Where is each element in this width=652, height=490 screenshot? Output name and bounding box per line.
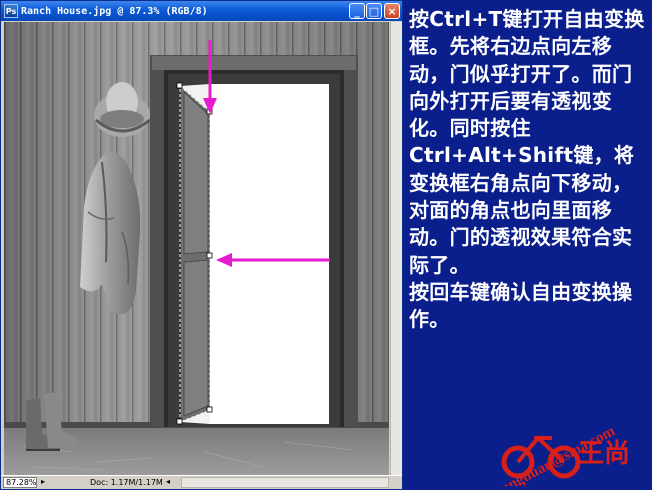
close-button[interactable]: × (384, 3, 400, 19)
title-bar[interactable]: Ps Ranch House.jpg @ 87.3% (RGB/8) _ □ × (1, 1, 402, 21)
document-size: Doc: 1.17M/1.17M (90, 478, 163, 487)
instruction-text: 按Ctrl+T键打开自由变换框。先将右边点向左移动，门似乎打开了。而门向外打开后… (409, 6, 649, 334)
window-title: Ranch House.jpg @ 87.3% (RGB/8) (21, 5, 208, 17)
scroll-left-icon[interactable]: ◂ (166, 477, 170, 486)
instruction-paragraph-1: 按Ctrl+T键打开自由变换框。先将右边点向左移动，门似乎打开了。而门向外打开后… (409, 7, 645, 277)
zoom-readout[interactable]: 87.28% (3, 477, 37, 488)
status-bar: 87.28% ▸ Doc: 1.17M/1.17M ◂ (1, 475, 402, 489)
photoshop-document-icon: Ps (4, 4, 18, 18)
horizontal-scrollbar[interactable] (181, 477, 389, 488)
maximize-button[interactable]: □ (366, 3, 382, 19)
status-menu-arrow-icon[interactable]: ▸ (41, 477, 45, 486)
minimize-button[interactable]: _ (349, 3, 365, 19)
vertical-scrollbar[interactable] (390, 22, 402, 475)
watermark-logo: wangduan@sina.com 王尚 (489, 423, 630, 486)
document-window: Ps Ranch House.jpg @ 87.3% (RGB/8) _ □ × (0, 0, 403, 490)
instruction-paragraph-2: 按回车键确认自由变换操作。 (409, 279, 633, 332)
image-canvas[interactable] (4, 22, 389, 475)
ranch-house-photo (4, 22, 389, 475)
watermark-logo-text: 王尚 (578, 439, 630, 469)
